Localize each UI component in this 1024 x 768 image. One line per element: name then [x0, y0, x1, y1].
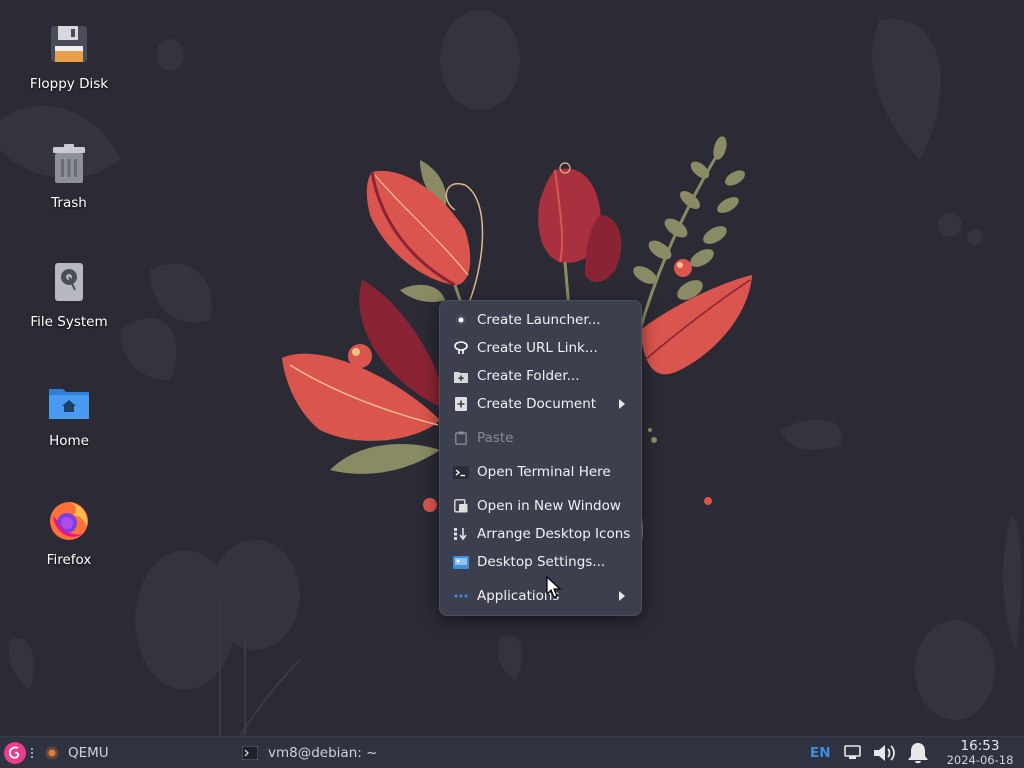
link-icon	[453, 340, 469, 356]
notifications-tray-button[interactable]	[906, 741, 930, 765]
task-label: QEMU	[68, 745, 109, 761]
start-menu-button[interactable]	[4, 741, 42, 765]
task-button-terminal[interactable]: vm8@debian: ~	[242, 743, 377, 763]
menu-item-label: Create Launcher...	[477, 312, 601, 328]
mouse-pointer-icon	[546, 576, 562, 598]
submenu-arrow-icon	[619, 399, 625, 409]
menu-item-create-document[interactable]: Create Document	[448, 392, 635, 416]
desktop-icon-file-system[interactable]: File System	[14, 260, 124, 330]
volume-icon	[874, 745, 895, 761]
desktop-icon-firefox[interactable]: Firefox	[14, 498, 124, 568]
launcher-separator	[31, 748, 35, 758]
paste-icon	[453, 430, 469, 446]
desktop-icon-label: Floppy Disk	[29, 76, 109, 92]
clock-time: 16:53	[960, 738, 1000, 754]
desktop-icon-label: File System	[30, 314, 108, 330]
desktop-icon-label: Firefox	[46, 552, 92, 568]
new-window-icon	[453, 498, 469, 514]
arrange-icon	[453, 526, 469, 542]
terminal-icon	[453, 464, 469, 480]
new-folder-icon	[453, 368, 469, 384]
keyboard-layout-label: EN	[810, 745, 831, 761]
menu-item-label: Create URL Link...	[477, 340, 598, 356]
menu-item-applications[interactable]: Applications	[448, 584, 635, 608]
trash-icon	[53, 144, 85, 183]
taskbar: QEMU vm8@debian: ~ EN 16:53 2024-06-18	[0, 736, 1024, 768]
desktop-icon-floppy-disk[interactable]: Floppy Disk	[14, 22, 124, 92]
menu-item-create-folder[interactable]: Create Folder...	[448, 364, 635, 388]
desktop-icon-label: Home	[49, 433, 89, 449]
desktop-icon-label: Trash	[51, 195, 87, 211]
desktop[interactable]: Floppy Disk Trash File System Home Firef…	[0, 0, 1024, 736]
menu-item-open-terminal-here[interactable]: Open Terminal Here	[448, 460, 635, 484]
desktop-icon-home[interactable]: Home	[14, 379, 124, 449]
terminal-icon	[242, 746, 258, 760]
applications-icon	[453, 588, 469, 604]
new-document-icon	[453, 396, 469, 412]
network-icon	[844, 745, 861, 759]
menu-item-create-url-link[interactable]: Create URL Link...	[448, 336, 635, 360]
desktop-context-menu: Create Launcher... Create URL Link... Cr…	[439, 300, 642, 616]
menu-item-label: Open in New Window	[477, 498, 621, 514]
bell-icon	[908, 743, 928, 764]
menu-item-label: Paste	[477, 430, 514, 446]
menu-item-label: Create Document	[477, 396, 597, 412]
home-folder-icon	[49, 389, 89, 419]
volume-tray-button[interactable]	[872, 742, 900, 764]
menu-item-create-launcher[interactable]: Create Launcher...	[448, 308, 635, 332]
floppy-disk-icon	[51, 26, 87, 62]
menu-item-open-in-new-window[interactable]: Open in New Window	[448, 494, 635, 518]
clock[interactable]: 16:53 2024-06-18	[940, 738, 1020, 768]
network-tray-button[interactable]	[844, 745, 861, 760]
launcher-icon	[453, 312, 469, 328]
keyboard-layout-indicator[interactable]: EN	[810, 744, 831, 762]
desktop-settings-icon	[453, 554, 469, 570]
menu-item-arrange-desktop-icons[interactable]: Arrange Desktop Icons	[448, 522, 635, 546]
debian-swirl-icon	[4, 742, 26, 764]
menu-item-label: Desktop Settings...	[477, 554, 606, 570]
qemu-icon	[45, 746, 59, 760]
menu-item-label: Open Terminal Here	[477, 464, 611, 480]
menu-item-label: Arrange Desktop Icons	[477, 526, 631, 542]
clock-date: 2024-06-18	[946, 753, 1014, 767]
hard-drive-icon	[55, 263, 83, 301]
desktop-icon-trash[interactable]: Trash	[14, 141, 124, 211]
task-button-qemu[interactable]: QEMU	[44, 743, 109, 763]
menu-item-label: Create Folder...	[477, 368, 580, 384]
firefox-icon	[50, 502, 88, 540]
task-label: vm8@debian: ~	[268, 745, 378, 761]
submenu-arrow-icon	[619, 591, 625, 601]
menu-item-desktop-settings[interactable]: Desktop Settings...	[448, 550, 635, 574]
menu-item-paste[interactable]: Paste	[448, 426, 635, 450]
